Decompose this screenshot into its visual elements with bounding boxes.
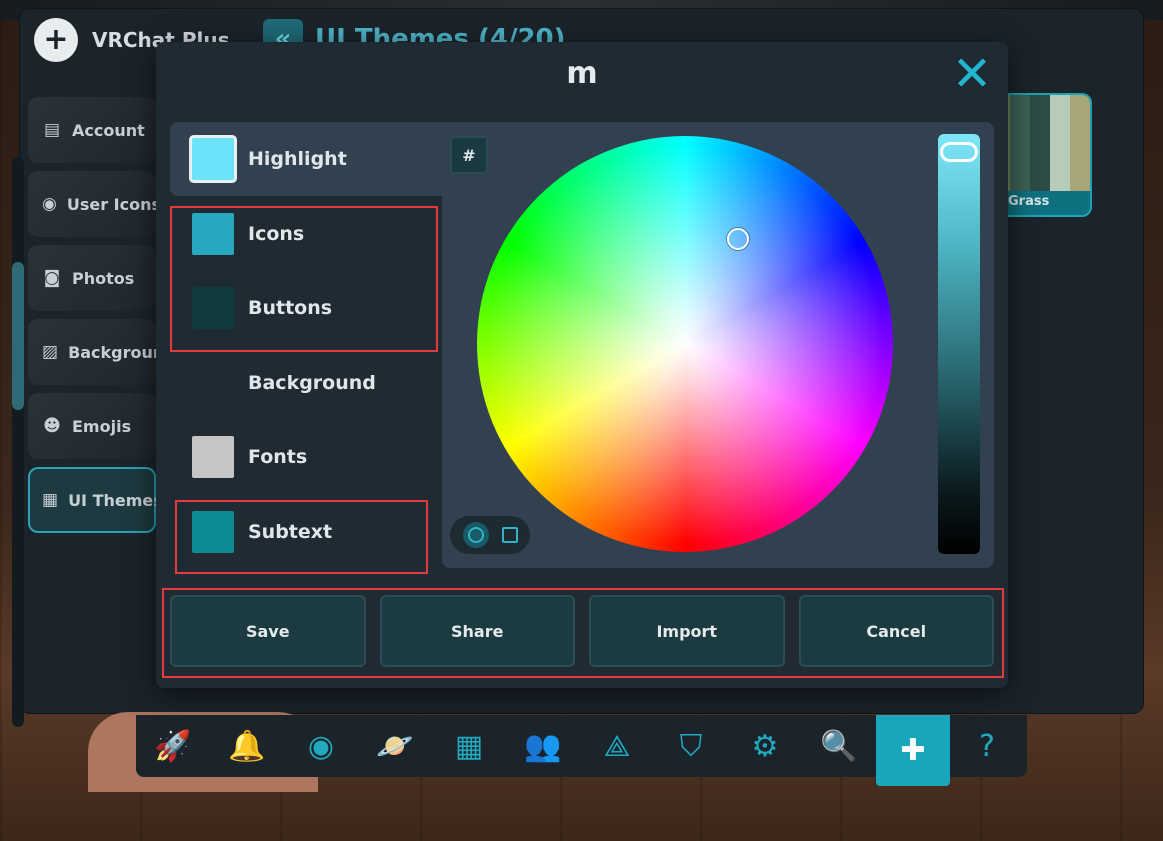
theme-swatch <box>1010 95 1030 191</box>
sidebar-item-emojis[interactable]: ☻ Emojis <box>28 393 156 459</box>
groups-icon[interactable]: ⟁ <box>580 715 654 777</box>
sidebar-item-label: User Icons <box>66 194 156 214</box>
sidebar-item-photos[interactable]: ◙ Photos <box>28 245 156 311</box>
color-picker-panel: # <box>442 122 994 568</box>
color-slot-subtext[interactable]: Subtext <box>170 495 442 569</box>
color-slot-label: Background <box>248 372 376 394</box>
color-wheel-cursor[interactable] <box>727 228 749 250</box>
bell-icon[interactable]: 🔔 <box>210 715 284 777</box>
avatars-icon[interactable]: ▦ <box>432 715 506 777</box>
sidebar-item-label: Emojis <box>72 416 132 436</box>
import-button[interactable]: Import <box>589 595 785 667</box>
close-icon[interactable]: ✕ <box>950 50 994 98</box>
bottom-dock: 🚀 🔔 ◉ 🪐 ▦ 👥 ⟁ ⛉ ⚙ 🔍 ✚ ? <box>136 715 1027 786</box>
theme-swatch <box>1070 95 1090 191</box>
share-button[interactable]: Share <box>379 595 575 667</box>
search-icon[interactable]: 🔍 <box>802 715 876 777</box>
color-slot-label: Icons <box>248 223 305 245</box>
worlds-icon[interactable]: 🪐 <box>358 715 432 777</box>
profile-icon[interactable]: ◉ <box>284 715 358 777</box>
theme-editor-dialog: m ✕ Highlight Icons Buttons Background F… <box>156 42 1008 688</box>
safety-shield-icon[interactable]: ⛉ <box>654 715 728 777</box>
color-swatch <box>192 287 234 329</box>
camera-icon: ◙ <box>43 268 61 288</box>
document-icon: ▤ <box>43 120 61 140</box>
emoji-icon: ☻ <box>43 416 61 436</box>
sidebar-item-label: Backgrounds <box>68 342 156 362</box>
square-mode-icon[interactable] <box>501 527 518 543</box>
vrchat-plus-icon[interactable]: ✚ <box>876 715 950 786</box>
brightness-slider[interactable] <box>938 134 980 554</box>
color-swatch <box>192 362 234 404</box>
theme-swatch <box>1030 95 1050 191</box>
color-swatch <box>192 436 234 478</box>
sidebar-scroll-track[interactable] <box>12 157 24 727</box>
circle-mode-icon[interactable] <box>462 522 489 548</box>
sidebar-scroll-handle[interactable] <box>12 262 24 410</box>
dialog-actions: Save Share Import Cancel <box>170 595 994 667</box>
sidebar: ▤ Account ◉ User Icons ◙ Photos ▨ Backgr… <box>12 97 156 727</box>
color-slot-background[interactable]: Background <box>170 346 442 420</box>
theme-swatch <box>1050 95 1070 191</box>
theme-grid-icon: ▦ <box>42 490 59 510</box>
sidebar-item-backgrounds[interactable]: ▨ Backgrounds <box>28 319 156 385</box>
sidebar-item-label: Account <box>72 120 145 140</box>
cancel-button[interactable]: Cancel <box>798 595 994 667</box>
sidebar-item-ui-themes[interactable]: ▦ UI Themes <box>28 467 156 533</box>
brightness-slider-knob[interactable] <box>940 142 978 162</box>
save-button[interactable]: Save <box>170 595 366 667</box>
settings-gear-icon[interactable]: ⚙ <box>728 715 802 777</box>
sidebar-item-label: UI Themes <box>68 490 156 510</box>
help-icon[interactable]: ? <box>950 715 1024 777</box>
color-swatch <box>192 511 234 553</box>
color-slot-label: Subtext <box>248 521 333 543</box>
hex-input-button[interactable]: # <box>450 136 488 174</box>
color-slot-label: Highlight <box>248 148 347 170</box>
dialog-title: m <box>566 56 598 91</box>
color-slot-icons[interactable]: Icons <box>170 197 442 271</box>
image-icon: ▨ <box>42 342 59 362</box>
color-swatch <box>192 213 234 255</box>
color-slot-fonts[interactable]: Fonts <box>170 420 442 494</box>
rocket-icon[interactable]: 🚀 <box>136 715 210 777</box>
user-circle-icon: ◉ <box>42 194 57 214</box>
color-slot-label: Fonts <box>248 446 308 468</box>
color-wheel[interactable] <box>477 136 893 552</box>
color-slot-list: Highlight Icons Buttons Background Fonts… <box>170 122 442 590</box>
color-slot-label: Buttons <box>248 297 333 319</box>
color-slot-buttons[interactable]: Buttons <box>170 271 442 345</box>
sidebar-item-label: Photos <box>72 268 135 288</box>
sidebar-item-account[interactable]: ▤ Account <box>28 97 156 163</box>
color-swatch <box>192 138 234 180</box>
sidebar-item-user-icons[interactable]: ◉ User Icons <box>28 171 156 237</box>
social-icon[interactable]: 👥 <box>506 715 580 777</box>
picker-shape-toggle[interactable] <box>450 516 530 554</box>
vrchat-plus-logo-icon: + <box>34 18 78 62</box>
color-slot-highlight[interactable]: Highlight <box>170 122 442 196</box>
